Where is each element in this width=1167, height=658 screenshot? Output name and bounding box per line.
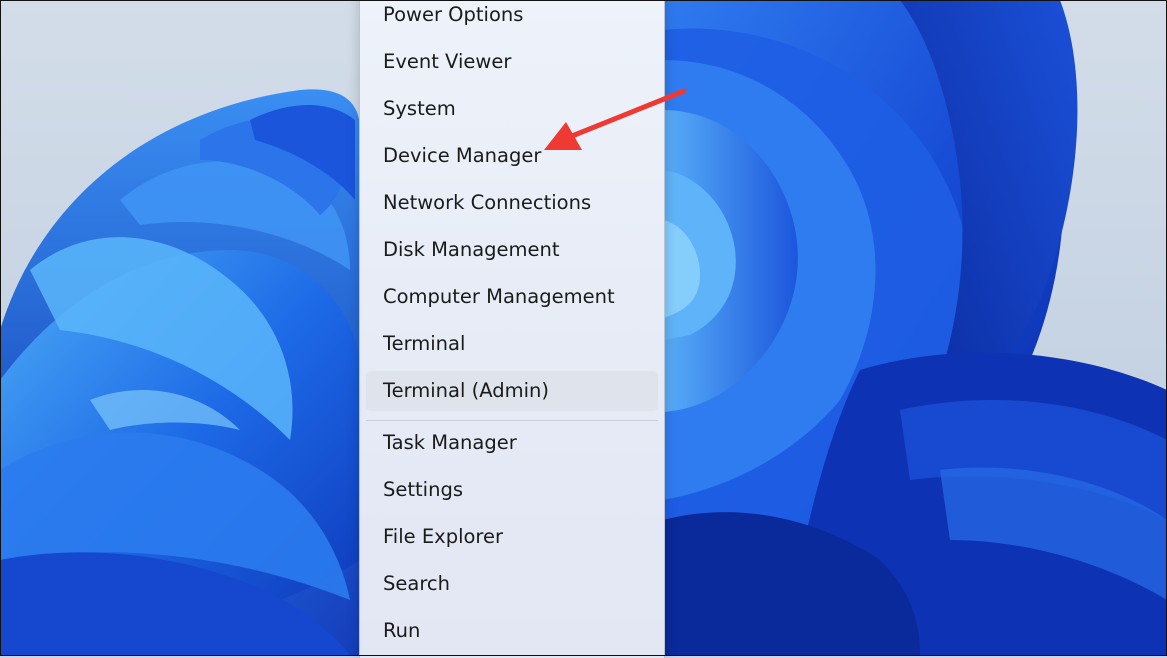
menu-item-terminal-admin[interactable]: Terminal (Admin) (366, 371, 658, 411)
menu-item-file-explorer[interactable]: File Explorer (366, 517, 658, 557)
menu-item-disk-management[interactable]: Disk Management (366, 230, 658, 270)
winx-context-menu: Power Options Event Viewer System Device Ma… (359, 0, 665, 658)
menu-item-network-connections[interactable]: Network Connections (366, 183, 658, 223)
menu-separator (366, 420, 658, 421)
menu-item-task-manager[interactable]: Task Manager (366, 423, 658, 463)
menu-item-power-options[interactable]: Power Options (366, 0, 658, 35)
menu-item-settings[interactable]: Settings (366, 470, 658, 510)
menu-item-system[interactable]: System (366, 89, 658, 129)
menu-item-run[interactable]: Run (366, 611, 658, 651)
menu-item-device-manager[interactable]: Device Manager (366, 136, 658, 176)
menu-item-event-viewer[interactable]: Event Viewer (366, 42, 658, 82)
menu-item-terminal[interactable]: Terminal (366, 324, 658, 364)
menu-item-computer-management[interactable]: Computer Management (366, 277, 658, 317)
menu-item-search[interactable]: Search (366, 564, 658, 604)
